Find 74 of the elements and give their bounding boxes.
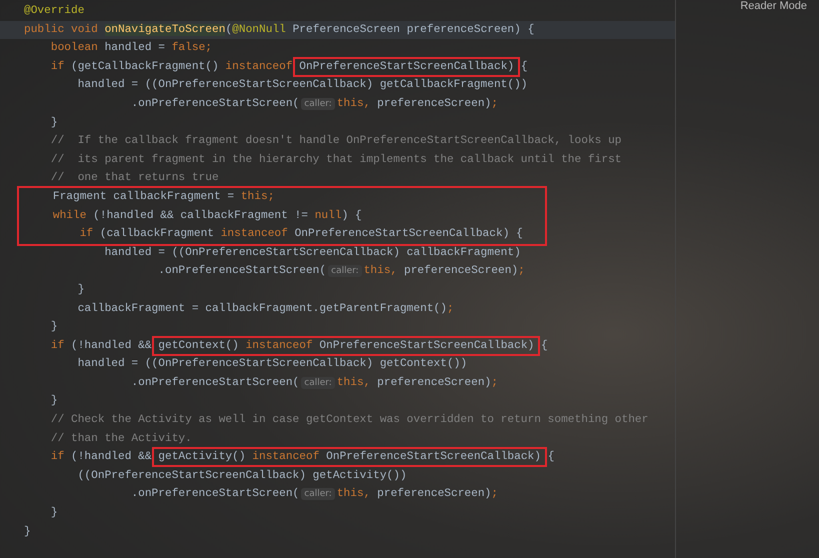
code-text: } [50,321,58,334]
code-text: callbackFragment = callbackFragment.getParentFragment() [76,302,447,314]
keyword: public void [24,24,99,36]
keyword: ; [491,376,498,389]
reader-mode-button[interactable]: Reader Mode [740,0,807,12]
code-text: (callbackFragment [100,228,215,240]
code-comment: // its parent fragment in the hierarchy that implements the callback until the first [50,154,622,166]
code-text: preferenceScreen) [377,376,492,389]
parameter-hint: caller: [301,98,335,110]
code-comment: // If the callback fragment doesn't handle OnPreferenceStartScreenCallback, looks up [50,135,622,148]
code-text: OnPreferenceStartScreenCallback) [326,451,541,464]
code-text: .onPreferenceStartScreen( [157,265,326,278]
code-text: OnPreferenceStartScreenCallback) [299,60,514,73]
code-text: preferenceScreen) [404,265,518,278]
keyword: if [50,60,66,73]
code-text: PreferenceScreen preferenceScreen) { [292,24,534,36]
code-text: (getCallbackFragment() [71,60,220,73]
code-comment: // Check the Activity as well in case getContext was overridden to return something other [50,414,648,426]
keyword: false; [172,42,212,54]
code-text: .onPreferenceStartScreen( [130,488,300,500]
parameter-hint: caller: [328,265,362,278]
keyword: instanceof [225,60,294,73]
keyword: if [50,340,66,352]
code-text: { [520,60,528,73]
annotation: @Override [24,5,84,17]
keyword: instanceof [220,228,289,240]
code-text: getActivity() [158,451,247,464]
keyword: ; [446,302,454,314]
code-text: handled = ((OnPreferenceStartScreenCallback) getCallbackFragment()) [76,79,528,92]
keyword: this; [240,190,274,203]
code-text: (!handled && [71,340,153,352]
method-name: onNavigateToScreen [104,24,226,36]
keyword: instanceof [246,340,314,352]
keyword: instanceof [252,451,320,464]
code-text: handled = ((OnPreferenceStartScreenCallback) getContext()) [76,358,468,370]
keyword: this, [336,98,372,110]
code-text: Fragment callbackFragment = [52,190,236,203]
keyword: null [314,210,342,222]
code-text: getContext() [158,340,240,352]
keyword: while [52,210,88,222]
code-text: .onPreferenceStartScreen( [130,376,300,389]
keyword: boolean [50,42,99,54]
code-text: { [540,340,548,352]
code-comment: // one that returns true [50,172,219,184]
code-text: handled = [104,42,166,54]
code-text: (!handled && [71,451,153,464]
code-text: .onPreferenceStartScreen( [130,98,300,110]
keyword: ; [491,488,498,500]
keyword: ; [491,98,498,110]
keyword: this, [336,488,372,500]
code-text: OnPreferenceStartScreenCallback) { [294,228,523,240]
code-text: } [50,507,58,520]
code-text: OnPreferenceStartScreenCallback) [319,340,534,352]
code-text: preferenceScreen) [377,98,492,110]
code-text: handled = ((OnPreferenceStartScreenCallback) callbackFragment) [104,246,521,259]
keyword: this, [364,265,398,278]
keyword: this, [336,376,372,389]
code-text: (!handled && callbackFragment != [93,210,309,222]
code-text: { [546,451,554,464]
code-text: } [50,116,58,129]
keyword: if [50,451,66,464]
code-text: } [24,526,31,538]
code-text: ( [225,24,232,36]
code-text: ((OnPreferenceStartScreenCallback) getActivity()) [76,470,407,482]
keyword: if [78,228,94,240]
code-text: preferenceScreen) [377,488,492,500]
code-text: } [76,284,84,296]
code-text: ) { [342,210,362,222]
code-text: } [50,395,58,408]
keyword: ; [518,265,525,278]
annotation: @NonNull [232,24,286,36]
parameter-hint: caller: [301,488,335,500]
parameter-hint: caller: [301,376,335,389]
code-comment: // than the Activity. [50,432,192,445]
